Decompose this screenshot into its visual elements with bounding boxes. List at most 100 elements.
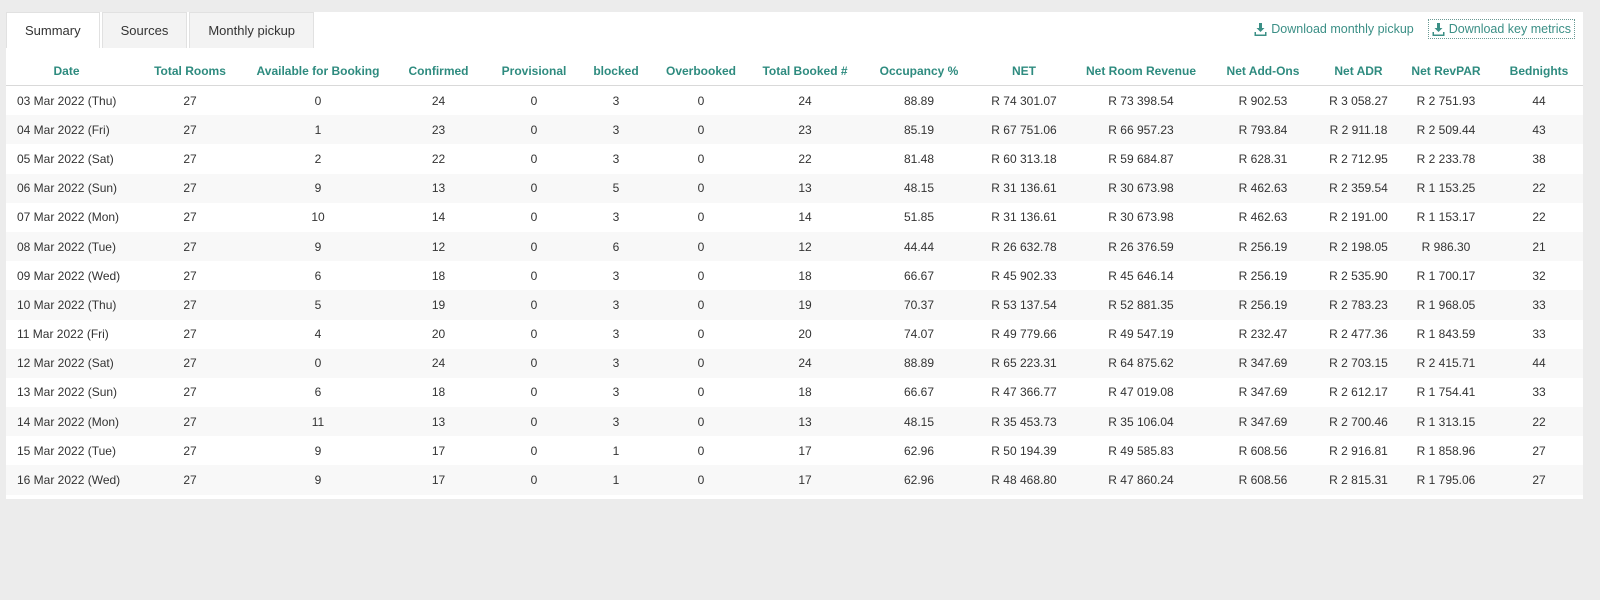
column-header-net-add-ons[interactable]: Net Add-Ons: [1206, 57, 1320, 86]
table-cell: 3: [612, 385, 620, 400]
table-cell: 0: [697, 151, 705, 166]
table-cell: 0: [530, 385, 538, 400]
table-cell: 27: [127, 407, 253, 437]
table-cell: 11: [253, 407, 383, 437]
table-cell: 0: [530, 327, 538, 342]
table-row: 09 Mar 2022 (Wed) 27 6 18 0 3 0 18 66.67 R 45 902…: [6, 261, 1583, 290]
table-cell: 09 Mar 2022 (Wed): [17, 268, 121, 283]
table-cell: R 74 301.07: [991, 93, 1057, 108]
table-cell: R 66 957.23: [1076, 115, 1206, 145]
table-cell: 81.48: [903, 151, 935, 166]
table-cell: R 52 881.35: [1076, 290, 1206, 320]
table-cell: 62.96: [903, 443, 935, 458]
column-header-net-adr[interactable]: Net ADR: [1320, 57, 1397, 86]
table-cell: R 2 916.81: [1329, 443, 1388, 458]
column-header-provisional[interactable]: Provisional: [494, 57, 574, 86]
table-row: 14 Mar 2022 (Mon) 27 11 13 0 3 0 13 48.15 R 35 45…: [6, 407, 1583, 437]
column-header-date[interactable]: Date: [6, 57, 127, 86]
table-cell: 9: [314, 443, 322, 458]
table-cell: 0: [530, 93, 538, 108]
column-header-total-rooms[interactable]: Total Rooms: [127, 57, 253, 86]
table-cell: 48.15: [866, 407, 972, 437]
table-cell: 17: [383, 465, 494, 495]
table-cell: 24: [744, 348, 866, 378]
table-cell: R 2 703.15: [1320, 348, 1397, 378]
download-key-metrics-link[interactable]: Download key metrics: [1427, 19, 1575, 39]
table-cell: R 35 453.73: [972, 407, 1076, 437]
table-cell: 12: [744, 231, 866, 262]
table-cell: R 45 508.80: [972, 495, 1076, 499]
table-cell: 27: [1532, 443, 1546, 458]
table-cell: R 44 900.24: [1076, 495, 1206, 499]
table-cell: 20: [798, 327, 812, 342]
table-cell: R 347.69: [1206, 407, 1320, 437]
download-monthly-pickup-link[interactable]: Download monthly pickup: [1250, 19, 1417, 39]
table-cell: R 2 815.31: [1320, 465, 1397, 495]
table-cell: 27: [183, 93, 197, 108]
table-cell: R 30 673.98: [1108, 210, 1174, 225]
table-cell: R 47 019.08: [1108, 385, 1174, 400]
table-cell: 15 Mar 2022 (Tue): [17, 443, 116, 458]
table-cell: 6: [314, 385, 322, 400]
table-cell: 70.37: [866, 290, 972, 320]
tab-monthly-pickup[interactable]: Monthly pickup: [189, 12, 315, 48]
table-cell: 17: [798, 443, 812, 458]
column-header-confirmed[interactable]: Confirmed: [383, 57, 494, 86]
table-cell: R 2 198.05: [1320, 231, 1397, 262]
table-cell: 24: [431, 93, 446, 108]
table-cell: R 2 477.36: [1329, 327, 1388, 342]
table-cell: 0: [494, 495, 574, 499]
column-header-available-for-booking[interactable]: Available for Booking: [253, 57, 383, 86]
summary-table-container: Date Total Rooms Available for Booking C…: [6, 57, 1583, 499]
table-cell: 1: [574, 495, 658, 499]
column-header-bednights[interactable]: Bednights: [1495, 57, 1583, 86]
table-cell: R 49 547.19: [1108, 327, 1174, 342]
column-header-occupancy[interactable]: Occupancy %: [866, 57, 972, 86]
download-monthly-pickup-label: Download monthly pickup: [1271, 22, 1414, 36]
table-cell: 27: [183, 268, 197, 283]
table-cell: 18: [798, 385, 812, 400]
table-cell: 14 Mar 2022 (Mon): [6, 407, 127, 437]
table-cell: 44: [1495, 348, 1583, 378]
table-cell: 0: [658, 465, 744, 495]
table-cell: R 26 632.78: [972, 231, 1076, 262]
table-cell: R 347.69: [1238, 385, 1288, 400]
table-cell: 0: [658, 495, 744, 499]
table-cell: R 65 223.31: [972, 348, 1076, 378]
table-cell: 22: [1532, 210, 1546, 225]
table-cell: 0: [494, 115, 574, 145]
table-cell: R 49 585.83: [1108, 443, 1174, 458]
download-actions: Download monthly pickup Download key met…: [1250, 19, 1575, 39]
column-header-blocked[interactable]: blocked: [574, 57, 658, 86]
table-cell: 22: [798, 151, 812, 166]
table-cell: 3: [612, 151, 620, 166]
table-cell: 12 Mar 2022 (Sat): [6, 348, 127, 378]
table-cell: 20: [431, 327, 446, 342]
table-row: 11 Mar 2022 (Fri) 27 4 20 0 3 0 20 74.07 R 49 779…: [6, 320, 1583, 349]
tab-summary[interactable]: Summary: [6, 12, 100, 48]
table-cell: 9: [253, 495, 383, 499]
column-header-total-booked[interactable]: Total Booked #: [744, 57, 866, 86]
tab-sources[interactable]: Sources: [101, 12, 188, 48]
table-cell: R 1 858.96: [1416, 443, 1476, 458]
table-cell: 0: [530, 210, 538, 225]
table-cell: 66.67: [903, 385, 935, 400]
column-header-net[interactable]: NET: [972, 57, 1076, 86]
column-header-overbooked[interactable]: Overbooked: [658, 57, 744, 86]
table-cell: 9: [253, 173, 383, 203]
table-cell: 0: [494, 465, 574, 495]
column-header-net-room-revenue[interactable]: Net Room Revenue: [1076, 57, 1206, 86]
table-cell: 0: [658, 173, 744, 203]
table-cell: 24: [798, 93, 812, 108]
table-cell: R 1 153.17: [1416, 210, 1476, 225]
table-cell: R 26 376.59: [1076, 231, 1206, 262]
table-cell: 14: [798, 210, 812, 225]
table-cell: 0: [494, 231, 574, 262]
table-cell: 0: [697, 210, 705, 225]
column-header-net-revpar[interactable]: Net RevPAR: [1397, 57, 1495, 86]
table-cell: R 793.84: [1206, 115, 1320, 145]
table-cell: 33: [1495, 290, 1583, 320]
table-cell: 0: [697, 93, 705, 108]
table-cell: 0: [530, 151, 538, 166]
table-cell: 22: [431, 151, 446, 166]
